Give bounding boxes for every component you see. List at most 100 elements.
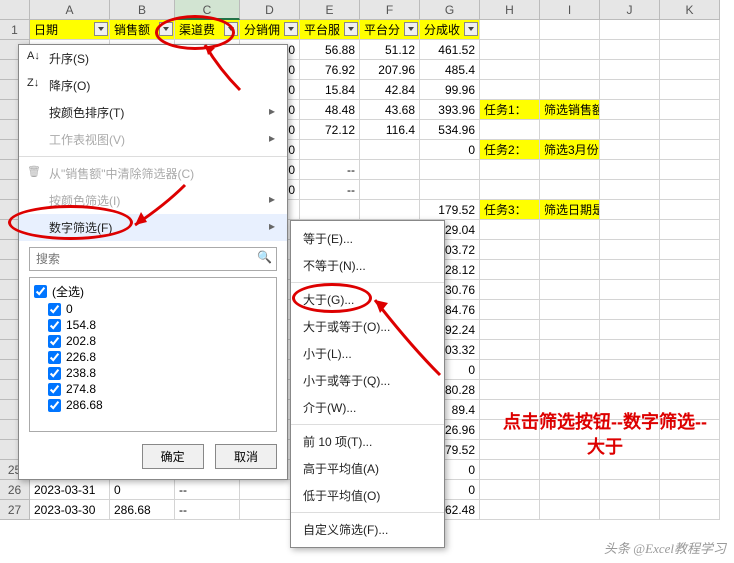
- cell[interactable]: [540, 340, 600, 360]
- cell[interactable]: [660, 460, 720, 480]
- sort-asc[interactable]: A↓升序(S): [19, 45, 287, 72]
- cell[interactable]: [600, 20, 660, 40]
- hdr-share[interactable]: 分成收: [420, 20, 480, 40]
- cell[interactable]: 51.12: [360, 40, 420, 60]
- cell[interactable]: [660, 260, 720, 280]
- corner[interactable]: [0, 0, 30, 20]
- cell[interactable]: 393.96: [420, 100, 480, 120]
- cell[interactable]: --: [300, 160, 360, 180]
- filter-custom[interactable]: 自定义筛选(F)...: [291, 516, 444, 543]
- cell[interactable]: [600, 480, 660, 500]
- cell[interactable]: 72.12: [300, 120, 360, 140]
- cell[interactable]: 286.68: [110, 500, 175, 520]
- cell[interactable]: [600, 160, 660, 180]
- filter-check[interactable]: [48, 335, 61, 348]
- cell[interactable]: [480, 180, 540, 200]
- cell[interactable]: [540, 300, 600, 320]
- cell[interactable]: [600, 260, 660, 280]
- filter-check[interactable]: [48, 319, 61, 332]
- row-1[interactable]: 1: [0, 20, 30, 40]
- filter-above-avg[interactable]: 高于平均值(A): [291, 455, 444, 482]
- hdr-platserv[interactable]: 平台服: [300, 20, 360, 40]
- cell[interactable]: [480, 60, 540, 80]
- cell[interactable]: [660, 480, 720, 500]
- cell[interactable]: [660, 380, 720, 400]
- cell[interactable]: [360, 140, 420, 160]
- filter-dropdown-icon[interactable]: [344, 22, 358, 36]
- cell[interactable]: [600, 380, 660, 400]
- cell[interactable]: 15.84: [300, 80, 360, 100]
- cell[interactable]: [660, 320, 720, 340]
- cell[interactable]: 48.48: [300, 100, 360, 120]
- col-F[interactable]: F: [360, 0, 420, 20]
- cell[interactable]: 461.52: [420, 40, 480, 60]
- col-I[interactable]: I: [540, 0, 600, 20]
- filter-below-avg[interactable]: 低于平均值(O): [291, 482, 444, 509]
- cell[interactable]: [660, 100, 720, 120]
- cell[interactable]: [600, 240, 660, 260]
- filter-greater-eq[interactable]: 大于或等于(O)...: [291, 313, 444, 340]
- cell[interactable]: [540, 500, 600, 520]
- cell[interactable]: [480, 480, 540, 500]
- col-J[interactable]: J: [600, 0, 660, 20]
- col-K[interactable]: K: [660, 0, 720, 20]
- cell[interactable]: [540, 60, 600, 80]
- cell[interactable]: 任务3：: [480, 200, 540, 220]
- row-head[interactable]: 27: [0, 500, 30, 520]
- filter-top10[interactable]: 前 10 项(T)...: [291, 428, 444, 455]
- filter-greater[interactable]: 大于(G)...: [291, 286, 444, 313]
- cell[interactable]: [360, 180, 420, 200]
- cell[interactable]: 42.84: [360, 80, 420, 100]
- cell[interactable]: [480, 160, 540, 180]
- cell[interactable]: [540, 120, 600, 140]
- col-C[interactable]: C: [175, 0, 240, 20]
- filter-check[interactable]: [48, 303, 61, 316]
- cell[interactable]: [480, 460, 540, 480]
- cell[interactable]: [480, 380, 540, 400]
- cell[interactable]: [600, 60, 660, 80]
- cell[interactable]: [660, 140, 720, 160]
- col-H[interactable]: H: [480, 0, 540, 20]
- filter-less[interactable]: 小于(L)...: [291, 340, 444, 367]
- cell[interactable]: --: [175, 480, 240, 500]
- cell[interactable]: [540, 460, 600, 480]
- cell[interactable]: [660, 280, 720, 300]
- cell[interactable]: [660, 240, 720, 260]
- cell[interactable]: [540, 480, 600, 500]
- cell[interactable]: [660, 300, 720, 320]
- cell[interactable]: [540, 260, 600, 280]
- cell[interactable]: [480, 220, 540, 240]
- cell[interactable]: [660, 360, 720, 380]
- cell[interactable]: [600, 220, 660, 240]
- filter-by-color[interactable]: 按颜色筛选(I): [19, 187, 287, 214]
- filter-dropdown-icon[interactable]: [224, 22, 238, 36]
- cell[interactable]: [600, 340, 660, 360]
- cell[interactable]: [540, 40, 600, 60]
- cell[interactable]: [600, 180, 660, 200]
- cell[interactable]: 43.68: [360, 100, 420, 120]
- cell[interactable]: [660, 200, 720, 220]
- filter-dropdown-icon[interactable]: [404, 22, 418, 36]
- cell[interactable]: [600, 320, 660, 340]
- cell[interactable]: [600, 80, 660, 100]
- sort-desc[interactable]: Z↓降序(O): [19, 72, 287, 99]
- cell[interactable]: 筛选销售额大于500的所有: [540, 100, 600, 120]
- cell[interactable]: 534.96: [420, 120, 480, 140]
- cell[interactable]: [660, 120, 720, 140]
- cell[interactable]: 116.4: [360, 120, 420, 140]
- cell[interactable]: [660, 500, 720, 520]
- cell[interactable]: --: [175, 500, 240, 520]
- filter-between[interactable]: 介于(W)...: [291, 394, 444, 421]
- cell[interactable]: [540, 80, 600, 100]
- cancel-button[interactable]: 取消: [215, 444, 277, 469]
- cell[interactable]: 485.4: [420, 60, 480, 80]
- filter-value-list[interactable]: (全选) 0154.8202.8226.8238.8274.8286.68: [29, 277, 277, 432]
- cell[interactable]: 2023-03-30: [30, 500, 110, 520]
- cell[interactable]: [420, 180, 480, 200]
- cell[interactable]: [540, 240, 600, 260]
- filter-check[interactable]: [48, 383, 61, 396]
- cell[interactable]: 56.88: [300, 40, 360, 60]
- cell[interactable]: [480, 80, 540, 100]
- filter-dropdown-icon[interactable]: [464, 22, 478, 36]
- cell[interactable]: [600, 200, 660, 220]
